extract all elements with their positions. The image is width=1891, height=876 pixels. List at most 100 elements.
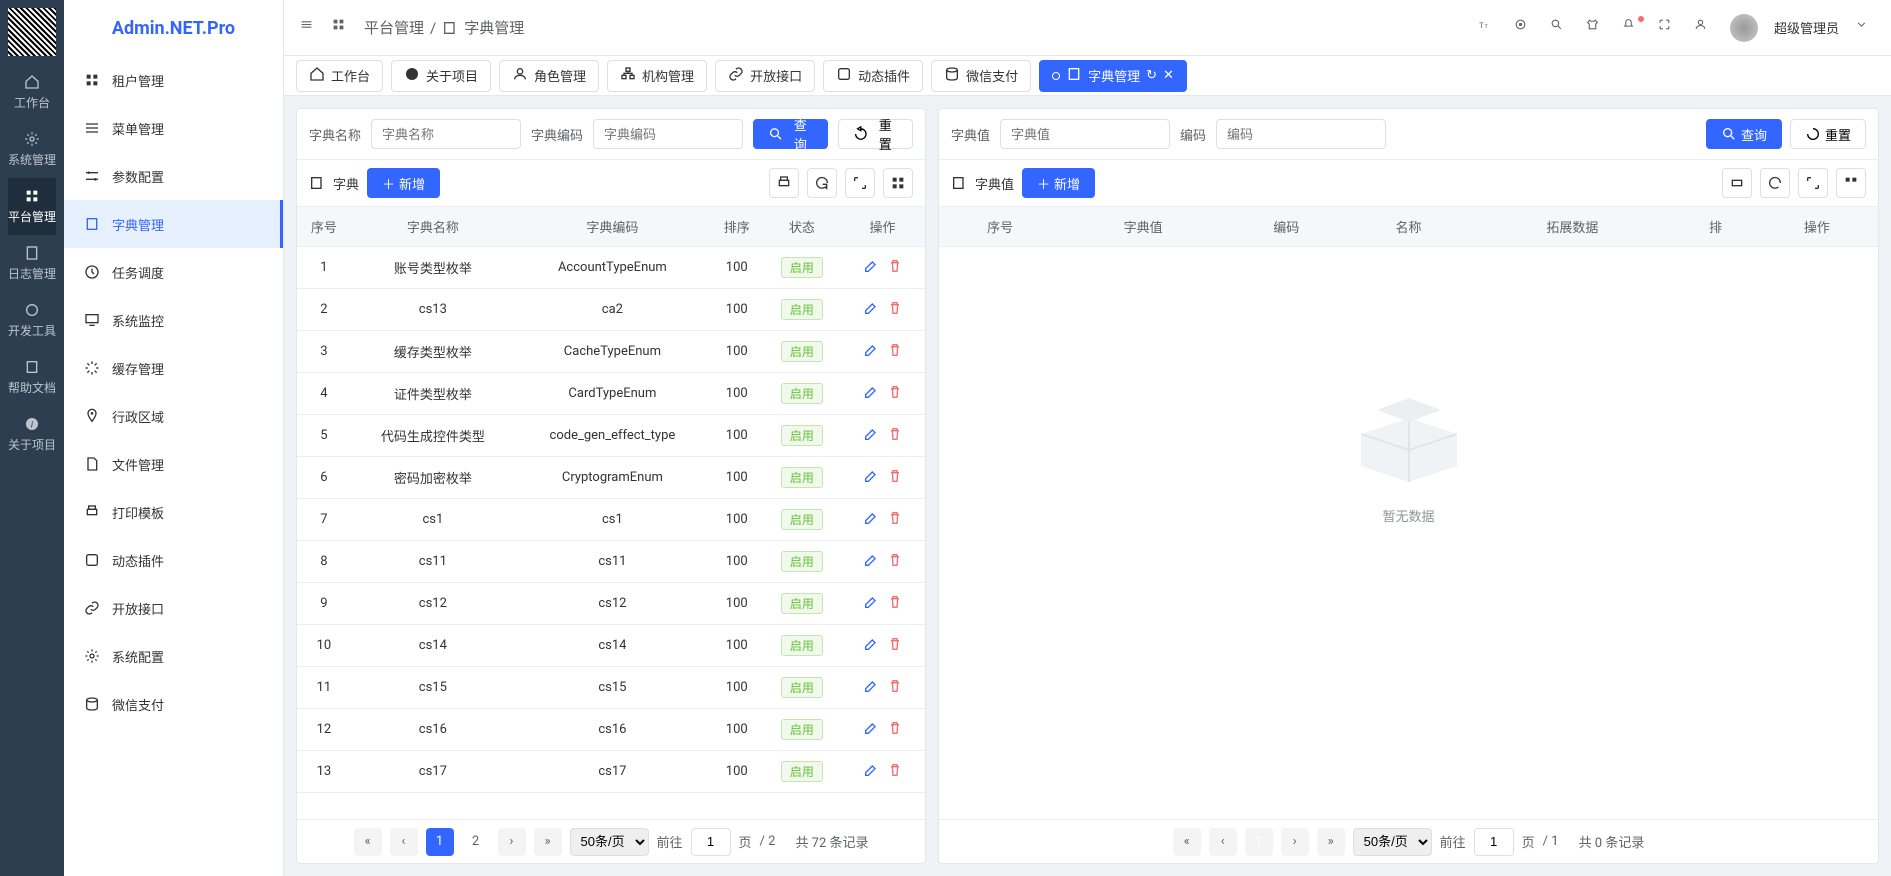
theme-icon[interactable] xyxy=(1514,18,1534,38)
search-icon[interactable] xyxy=(1550,18,1570,38)
query-button[interactable]: 查询 xyxy=(753,119,828,149)
pager-last-icon[interactable]: » xyxy=(534,828,562,856)
edit-icon[interactable] xyxy=(863,473,879,488)
menu-item-plugin[interactable]: 动态插件 xyxy=(64,536,283,584)
edit-icon[interactable] xyxy=(863,725,879,740)
table-row[interactable]: 6密码加密枚举CryptogramEnum100启用 xyxy=(297,457,925,499)
nav-info[interactable]: i关于项目 xyxy=(8,406,56,463)
pager-last-icon[interactable]: » xyxy=(1317,828,1345,856)
delete-icon[interactable] xyxy=(887,641,903,656)
edit-icon[interactable] xyxy=(863,683,879,698)
nav-home[interactable]: 工作台 xyxy=(8,64,56,121)
reset-button[interactable]: 重置 xyxy=(838,119,913,149)
page-1[interactable]: 1 xyxy=(426,828,454,856)
pager-next-icon[interactable]: › xyxy=(1281,828,1309,856)
bell-icon[interactable] xyxy=(1622,18,1642,38)
table-row[interactable]: 10cs14cs14100启用 xyxy=(297,625,925,667)
delete-icon[interactable] xyxy=(887,767,903,782)
pager-prev-icon[interactable]: ‹ xyxy=(390,828,418,856)
page-size-select[interactable]: 50条/页 xyxy=(1353,828,1432,856)
delete-icon[interactable] xyxy=(887,431,903,446)
tab-db[interactable]: 微信支付 xyxy=(931,60,1031,92)
user-icon[interactable] xyxy=(1694,18,1714,38)
table-row[interactable]: 3缓存类型枚举CacheTypeEnum100启用 xyxy=(297,331,925,373)
nav-book[interactable]: 帮助文档 xyxy=(8,349,56,406)
reset-button[interactable]: 重置 xyxy=(1790,119,1866,149)
username[interactable]: 超级管理员 xyxy=(1774,18,1839,37)
delete-icon[interactable] xyxy=(887,515,903,530)
refresh-icon[interactable] xyxy=(1760,168,1790,198)
refresh-icon[interactable]: ↻ xyxy=(1146,68,1157,83)
dictval-input[interactable] xyxy=(1000,119,1170,149)
menu-item-menu[interactable]: 菜单管理 xyxy=(64,104,283,152)
table-row[interactable]: 13cs17cs17100启用 xyxy=(297,751,925,793)
chevron-down-icon[interactable] xyxy=(1855,18,1875,38)
edit-icon[interactable] xyxy=(863,599,879,614)
menu-item-sliders[interactable]: 参数配置 xyxy=(64,152,283,200)
delete-icon[interactable] xyxy=(887,599,903,614)
menu-item-gear[interactable]: 系统配置 xyxy=(64,632,283,680)
menu-item-link[interactable]: 开放接口 xyxy=(64,584,283,632)
pager-first-icon[interactable]: « xyxy=(1173,828,1201,856)
delete-icon[interactable] xyxy=(887,263,903,278)
nav-wrench[interactable]: 开发工具 xyxy=(8,292,56,349)
delete-icon[interactable] xyxy=(887,683,903,698)
pager-next-icon[interactable]: › xyxy=(498,828,526,856)
table-row[interactable]: 12cs16cs16100启用 xyxy=(297,709,925,751)
page-2[interactable]: 2 xyxy=(462,828,490,856)
refresh-icon[interactable] xyxy=(807,168,837,198)
delete-icon[interactable] xyxy=(887,725,903,740)
pager-first-icon[interactable]: « xyxy=(354,828,382,856)
print-icon[interactable] xyxy=(1722,168,1752,198)
goto-input[interactable] xyxy=(1474,828,1514,856)
close-icon[interactable]: ✕ xyxy=(1163,68,1174,83)
nav-gear[interactable]: 系统管理 xyxy=(8,121,56,178)
page-1[interactable]: 1 xyxy=(1245,828,1273,856)
tab-book[interactable]: 字典管理 ↻ ✕ xyxy=(1039,60,1187,92)
table-row[interactable]: 11cs15cs15100启用 xyxy=(297,667,925,709)
edit-icon[interactable] xyxy=(863,515,879,530)
table-row[interactable]: 4证件类型枚举CardTypeEnum100启用 xyxy=(297,373,925,415)
edit-icon[interactable] xyxy=(863,347,879,362)
menu-item-spinner[interactable]: 缓存管理 xyxy=(64,344,283,392)
table-row[interactable]: 7cs1cs1100启用 xyxy=(297,499,925,541)
delete-icon[interactable] xyxy=(887,347,903,362)
tab-link[interactable]: 开放接口 xyxy=(715,60,815,92)
menu-item-book[interactable]: 字典管理 xyxy=(64,200,283,248)
menu-item-print[interactable]: 打印模板 xyxy=(64,488,283,536)
query-button[interactable]: 查询 xyxy=(1706,119,1782,149)
dict-code-input[interactable] xyxy=(593,119,743,149)
tab-info[interactable]: i关于项目 xyxy=(391,60,491,92)
expand-icon[interactable] xyxy=(1798,168,1828,198)
expand-icon[interactable] xyxy=(845,168,875,198)
collapse-icon[interactable] xyxy=(300,18,320,38)
delete-icon[interactable] xyxy=(887,557,903,572)
avatar[interactable] xyxy=(1730,14,1758,42)
menu-item-file[interactable]: 文件管理 xyxy=(64,440,283,488)
grid-toggle-icon[interactable] xyxy=(1836,168,1866,198)
table-row[interactable]: 1账号类型枚举AccountTypeEnum100启用 xyxy=(297,247,925,289)
add-dict-button[interactable]: ＋新增 xyxy=(367,168,440,198)
grid-icon[interactable] xyxy=(332,18,352,38)
edit-icon[interactable] xyxy=(863,767,879,782)
edit-icon[interactable] xyxy=(863,557,879,572)
tab-plugin[interactable]: 动态插件 xyxy=(823,60,923,92)
goto-input[interactable] xyxy=(691,828,731,856)
delete-icon[interactable] xyxy=(887,305,903,320)
table-row[interactable]: 5代码生成控件类型code_gen_effect_type100启用 xyxy=(297,415,925,457)
nav-doc[interactable]: 日志管理 xyxy=(8,235,56,292)
edit-icon[interactable] xyxy=(863,389,879,404)
menu-item-grid[interactable]: 租户管理 xyxy=(64,56,283,104)
tab-users[interactable]: 角色管理 xyxy=(499,60,599,92)
edit-icon[interactable] xyxy=(863,305,879,320)
delete-icon[interactable] xyxy=(887,389,903,404)
fullscreen-icon[interactable] xyxy=(1658,18,1678,38)
tab-home[interactable]: 工作台 xyxy=(296,60,383,92)
print-icon[interactable] xyxy=(769,168,799,198)
dictval-code-input[interactable] xyxy=(1216,119,1386,149)
menu-item-clock[interactable]: 任务调度 xyxy=(64,248,283,296)
shirt-icon[interactable] xyxy=(1586,18,1606,38)
edit-icon[interactable] xyxy=(863,641,879,656)
table-row[interactable]: 8cs11cs11100启用 xyxy=(297,541,925,583)
grid-toggle-icon[interactable] xyxy=(883,168,913,198)
